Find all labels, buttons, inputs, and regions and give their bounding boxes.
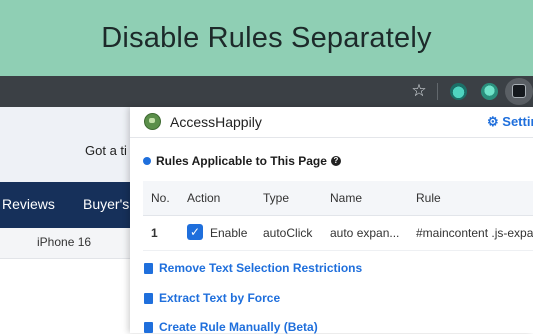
star-icon[interactable]: ☆ [409, 81, 429, 101]
column-header-action: Action [187, 191, 221, 205]
settings-label: Settin [502, 114, 533, 129]
link-label: Remove Text Selection Restrictions [159, 261, 363, 275]
table-header: No. Action Type Name Rule [143, 181, 533, 216]
nav-item-buyers[interactable]: Buyer's [83, 196, 129, 212]
section-title-text: Rules Applicable to This Page [156, 154, 327, 168]
column-header-no: No. [151, 191, 170, 205]
column-header-type: Type [263, 191, 290, 205]
rule-selector: #maincontent .js-expa [416, 226, 533, 240]
nav-item-reviews[interactable]: Reviews [2, 196, 55, 212]
bullet-icon [143, 157, 151, 165]
link-label: Create Rule Manually (Beta) [159, 320, 318, 334]
remove-text-selection-restrictions-link[interactable]: Remove Text Selection Restrictions [144, 261, 362, 275]
column-header-rule: Rule [416, 191, 441, 205]
create-rule-manually-link[interactable]: Create Rule Manually (Beta) [144, 320, 318, 334]
document-icon [144, 262, 153, 274]
accesshappily-extension-button[interactable] [505, 78, 533, 105]
table-row: 1 ✓ Enable autoClick auto expan... #main… [143, 216, 533, 251]
extract-icon [144, 292, 153, 304]
rule-number: 1 [151, 226, 158, 240]
website-nav: Reviews Buyer's [0, 182, 130, 228]
toolbar-divider [437, 83, 438, 100]
extract-text-by-force-link[interactable]: Extract Text by Force [144, 291, 280, 305]
rule-type: autoClick [263, 226, 313, 240]
edit-icon [144, 321, 153, 333]
banner-title: Disable Rules Separately [101, 21, 432, 54]
section-title: Rules Applicable to This Page ? [143, 154, 341, 168]
column-header-name: Name [330, 191, 363, 205]
settings-button[interactable]: ⚙ Settin [487, 114, 533, 130]
gear-icon: ⚙ [487, 114, 499, 129]
rules-table: No. Action Type Name Rule 1 ✓ Enable aut… [143, 181, 533, 251]
extension-icon[interactable] [481, 83, 498, 100]
browser-toolbar: ☆ [0, 76, 533, 107]
link-label: Extract Text by Force [159, 291, 281, 305]
promo-banner: Disable Rules Separately [0, 0, 533, 76]
enable-checkbox[interactable]: ✓ [187, 224, 203, 240]
help-icon[interactable]: ? [330, 156, 341, 166]
accesshappily-extension-icon [512, 84, 526, 98]
rule-name: auto expan... [330, 226, 400, 240]
enable-label: Enable [210, 226, 248, 240]
website-promo-text: Got a ti [85, 143, 127, 158]
subnav-item-iphone[interactable]: iPhone 16 [37, 235, 91, 249]
popup-header: AccessHappily ⚙ Settin [130, 107, 533, 138]
extension-popup: AccessHappily ⚙ Settin Rules Applicable … [130, 107, 533, 334]
extension-icon[interactable] [450, 83, 467, 100]
app-logo-icon [144, 113, 161, 130]
website-subnav: iPhone 16 [0, 228, 130, 259]
app-title: AccessHappily [170, 114, 262, 130]
